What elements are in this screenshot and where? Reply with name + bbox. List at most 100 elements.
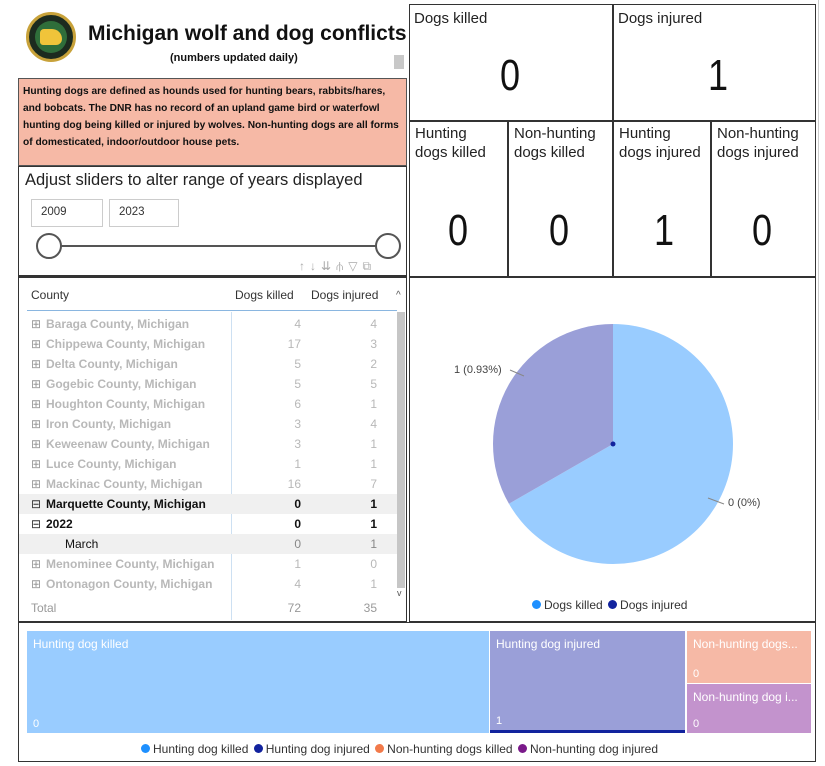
column-header-dogs-killed[interactable]: Dogs killed: [235, 288, 294, 302]
expand-icon[interactable]: ⊞: [31, 577, 42, 591]
scroll-up-icon[interactable]: ^: [396, 290, 401, 301]
table-row[interactable]: ⊞ Keweenaw County, Michigan 3 1: [19, 434, 397, 454]
row-label: ⊞ Baraga County, Michigan: [31, 317, 189, 331]
kpi-value: 0: [549, 206, 570, 255]
table-row[interactable]: March 0 1: [19, 534, 397, 554]
table-row[interactable]: ⊞ Menominee County, Michigan 1 0: [19, 554, 397, 574]
row-killed: 5: [294, 377, 301, 391]
total-label: Total: [31, 601, 57, 615]
page-title: Michigan wolf and dog conflicts: [88, 22, 407, 45]
row-label-text: Menominee County, Michigan: [46, 557, 215, 571]
expand-icon[interactable]: ⊞: [31, 557, 42, 571]
row-injured: 1: [370, 517, 377, 531]
table-row[interactable]: ⊟ Marquette County, Michigan 0 1: [19, 494, 397, 514]
kpi-hunting-dogs-killed: Hunting dogs killed 0: [409, 121, 508, 277]
table-row[interactable]: ⊞ Baraga County, Michigan 4 4: [19, 314, 397, 334]
kpi-label: Non-hunting dogs killed: [514, 125, 596, 161]
pie-svg: [493, 324, 733, 564]
table-row[interactable]: ⊞ Chippewa County, Michigan 17 3: [19, 334, 397, 354]
filter-icon[interactable]: ▽: [348, 259, 362, 273]
tile-label: Non-hunting dog i...: [693, 690, 798, 704]
legend-item[interactable]: Non-hunting dogs killed: [373, 742, 513, 756]
slider-end-handle[interactable]: [375, 233, 401, 259]
row-killed: 16: [287, 477, 301, 491]
year-range-slicer: Adjust sliders to alter range of years d…: [18, 166, 407, 277]
collapse-icon[interactable]: ⊟: [31, 517, 42, 531]
legend-item[interactable]: Hunting dog injured: [252, 742, 370, 756]
tile-value: 0: [693, 718, 700, 730]
row-label-text: 2022: [46, 517, 73, 531]
table-row[interactable]: ⊞ Mackinac County, Michigan 16 7: [19, 474, 397, 494]
row-label: ⊞ Chippewa County, Michigan: [31, 337, 205, 351]
window-edge: [818, 0, 819, 420]
expand-icon[interactable]: ⊞: [31, 357, 42, 371]
scrollbar-nub[interactable]: [394, 55, 404, 69]
expand-icon[interactable]: ⊞: [31, 377, 42, 391]
legend-item[interactable]: Hunting dog killed: [141, 742, 248, 756]
row-label-text: Luce County, Michigan: [46, 457, 177, 471]
treemap-tile-hunting-injured[interactable]: Hunting dog injured 1: [490, 631, 685, 733]
total-injured: 35: [363, 601, 377, 615]
treemap-tile-nonhunting-killed[interactable]: Non-hunting dogs... 0: [687, 631, 811, 683]
table-row[interactable]: ⊞ Houghton County, Michigan 6 1: [19, 394, 397, 414]
tile-value: 1: [496, 715, 503, 727]
legend-item[interactable]: Dogs killed: [532, 598, 603, 612]
expand-icon[interactable]: ⊞: [31, 437, 42, 451]
row-label: ⊞ Keweenaw County, Michigan: [31, 437, 210, 451]
row-label: ⊞ Iron County, Michigan: [31, 417, 171, 431]
tile-label: Hunting dog injured: [496, 637, 601, 651]
expand-icon[interactable]: ⊞: [31, 337, 42, 351]
treemap-legend: Hunting dog killed Hunting dog injured N…: [141, 742, 658, 756]
expand-icon[interactable]: ⊞: [31, 457, 42, 471]
row-killed: 3: [294, 417, 301, 431]
end-year-input[interactable]: 2023: [109, 199, 179, 227]
expand-all-icon[interactable]: ⇊: [321, 259, 336, 273]
pie-label-injured: 1 (0.93%): [454, 364, 502, 376]
row-injured: 1: [370, 457, 377, 471]
expand-icon[interactable]: ⊞: [31, 477, 42, 491]
row-label-text: Baraga County, Michigan: [46, 317, 190, 331]
table-row[interactable]: ⊞ Delta County, Michigan 5 2: [19, 354, 397, 374]
dnr-logo: [26, 12, 76, 62]
start-year-input[interactable]: 2009: [31, 199, 103, 227]
expand-icon[interactable]: ⊞: [31, 317, 42, 331]
drill-up-icon[interactable]: ↑: [299, 259, 310, 273]
slider-track[interactable]: [55, 245, 397, 247]
expand-hierarchy-icon[interactable]: ⫛: [336, 259, 348, 273]
row-label: ⊟ 2022: [31, 517, 73, 531]
row-killed: 4: [294, 577, 301, 591]
row-label: ⊞ Mackinac County, Michigan: [31, 477, 202, 491]
row-label: ⊞ Houghton County, Michigan: [31, 397, 205, 411]
treemap-tile-nonhunting-injured[interactable]: Non-hunting dog i... 0: [687, 684, 811, 733]
kpi-nonhunting-dogs-killed: Non-hunting dogs killed 0: [508, 121, 613, 277]
table-row[interactable]: ⊞ Ontonagon County, Michigan 4 1: [19, 574, 397, 594]
column-header-dogs-injured[interactable]: Dogs injured: [311, 288, 378, 302]
visual-header-icons[interactable]: ↑↓⇊⫛▽⧉: [299, 259, 376, 274]
column-header-county[interactable]: County: [31, 288, 69, 302]
kpi-nonhunting-dogs-injured: Non-hunting dogs injured 0: [711, 121, 816, 277]
legend-item[interactable]: Dogs injured: [606, 598, 687, 612]
slider-start-handle[interactable]: [36, 233, 62, 259]
slicer-title: Adjust sliders to alter range of years d…: [25, 171, 363, 189]
table-scrollbar-thumb[interactable]: [397, 312, 405, 588]
row-label: ⊞ Gogebic County, Michigan: [31, 377, 196, 391]
collapse-icon[interactable]: ⊟: [31, 497, 42, 511]
drill-down-icon[interactable]: ↓: [310, 259, 321, 273]
treemap-tile-hunting-killed[interactable]: Hunting dog killed 0: [27, 631, 489, 733]
tile-value: 0: [693, 668, 700, 680]
table-row[interactable]: ⊞ Luce County, Michigan 1 1: [19, 454, 397, 474]
focus-mode-icon[interactable]: ⧉: [362, 259, 376, 273]
expand-icon[interactable]: ⊞: [31, 417, 42, 431]
scroll-down-icon[interactable]: v: [397, 588, 402, 598]
row-injured: 4: [370, 317, 377, 331]
legend-item[interactable]: Non-hunting dog injured: [516, 742, 658, 756]
table-row[interactable]: ⊟ 2022 0 1: [19, 514, 397, 534]
row-injured: 1: [370, 497, 377, 511]
dogs-pie-chart: 1 (0.93%) 0 (0%) Dogs killed Dogs injure…: [409, 277, 816, 622]
table-row[interactable]: ⊞ Iron County, Michigan 3 4: [19, 414, 397, 434]
row-label: ⊞ Ontonagon County, Michigan: [31, 577, 212, 591]
row-killed: 5: [294, 357, 301, 371]
expand-icon[interactable]: ⊞: [31, 397, 42, 411]
table-row[interactable]: ⊞ Gogebic County, Michigan 5 5: [19, 374, 397, 394]
row-label-text: Mackinac County, Michigan: [46, 477, 203, 491]
